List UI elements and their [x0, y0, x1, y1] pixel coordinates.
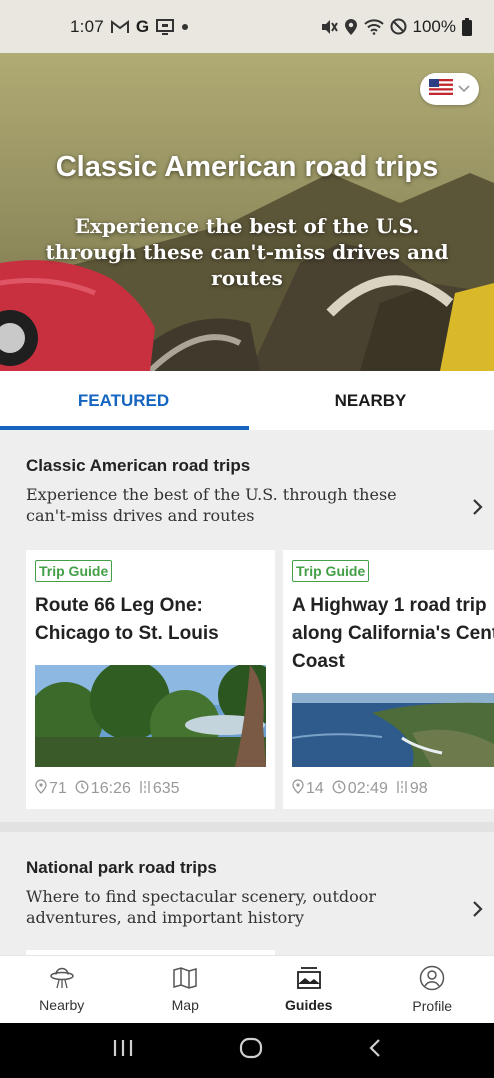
country-selector-button[interactable]	[420, 73, 479, 105]
section-title: National park road trips	[26, 858, 217, 877]
trip-guide-badge: Trip Guide	[292, 560, 370, 582]
battery-percent: 100%	[412, 16, 456, 36]
route-icon	[139, 780, 151, 799]
hero-title: Classic American road trips	[55, 151, 439, 183]
section-description: Where to find spectacular scenery, outdo…	[26, 887, 377, 927]
chevron-down-icon	[458, 80, 470, 98]
hero-background-image	[0, 53, 494, 371]
location-icon	[344, 18, 358, 36]
duration-stat: 16:26	[75, 780, 131, 799]
section-title: Classic American road trips	[26, 456, 251, 475]
home-icon[interactable]	[239, 1037, 263, 1064]
mute-icon	[320, 18, 338, 36]
section-header-national-parks[interactable]: National park road trips Where to find s…	[0, 858, 494, 928]
section-description: Experience the best of the U.S. through …	[26, 485, 397, 525]
card-image	[35, 665, 266, 767]
distance-stat: 635	[139, 780, 180, 799]
guide-card[interactable]: Trip Guide Route 66 Leg One: Chicago to …	[26, 550, 275, 809]
tab-featured[interactable]: FEATURED	[0, 371, 249, 430]
bottom-navigation: Nearby Map Guides Profile	[0, 955, 494, 1023]
card-stats: 14 02:49 98	[292, 779, 428, 799]
dot-icon	[181, 18, 189, 36]
pin-icon	[292, 779, 304, 799]
chevron-right-icon[interactable]	[472, 900, 484, 923]
card-title: A Highway 1 road trip along California's…	[292, 595, 494, 672]
route-icon	[396, 780, 408, 799]
ufo-icon	[49, 966, 75, 993]
profile-icon	[419, 965, 445, 994]
places-stat: 14	[292, 779, 324, 799]
places-stat: 71	[35, 779, 67, 799]
card-stats: 71 16:26 635	[35, 779, 180, 799]
pin-icon	[35, 779, 47, 799]
chevron-right-icon[interactable]	[472, 498, 484, 521]
guides-feed[interactable]: Classic American road trips Experience t…	[0, 430, 494, 955]
card-title: Route 66 Leg One: Chicago to St. Louis	[35, 595, 219, 644]
google-icon: G	[135, 16, 150, 36]
clock-icon	[75, 780, 89, 799]
guides-icon	[296, 966, 322, 993]
us-flag-icon	[429, 78, 453, 100]
status-left: 1:07 G	[70, 17, 189, 37]
hero-banner: Classic American road trips Experience t…	[0, 53, 494, 371]
card-image	[292, 693, 494, 767]
dnd-icon	[390, 18, 407, 36]
trip-guide-badge: Trip Guide	[35, 560, 113, 582]
nav-guides[interactable]: Guides	[247, 956, 371, 1023]
duration-stat: 02:49	[332, 780, 388, 799]
section-divider	[0, 822, 494, 832]
card-carousel[interactable]: Trip Guide Route 66 Leg One: Chicago to …	[26, 550, 494, 809]
system-navigation-bar	[0, 1023, 494, 1078]
map-icon	[172, 966, 198, 993]
wifi-icon	[363, 18, 384, 36]
cast-icon	[156, 18, 175, 36]
nav-profile[interactable]: Profile	[371, 956, 494, 1023]
tab-bar: FEATURED NEARBY	[0, 371, 494, 430]
section-header-road-trips[interactable]: Classic American road trips Experience t…	[0, 456, 494, 526]
guide-card[interactable]: Trip Guide A Highway 1 road trip along C…	[283, 550, 494, 809]
tab-nearby[interactable]: NEARBY	[247, 371, 494, 430]
back-icon[interactable]	[368, 1038, 382, 1063]
distance-stat: 98	[396, 780, 428, 799]
clock-icon	[332, 780, 346, 799]
hero-subtitle: Experience the best of the U.S. through …	[45, 214, 449, 290]
recent-apps-icon[interactable]	[112, 1038, 134, 1063]
status-right: 100%	[320, 17, 472, 37]
nav-nearby[interactable]: Nearby	[0, 956, 124, 1023]
status-time: 1:07	[70, 16, 104, 36]
nav-map[interactable]: Map	[124, 956, 248, 1023]
status-bar: 1:07 G 100%	[0, 0, 494, 53]
battery-icon	[462, 17, 472, 36]
gmail-icon	[110, 18, 129, 36]
